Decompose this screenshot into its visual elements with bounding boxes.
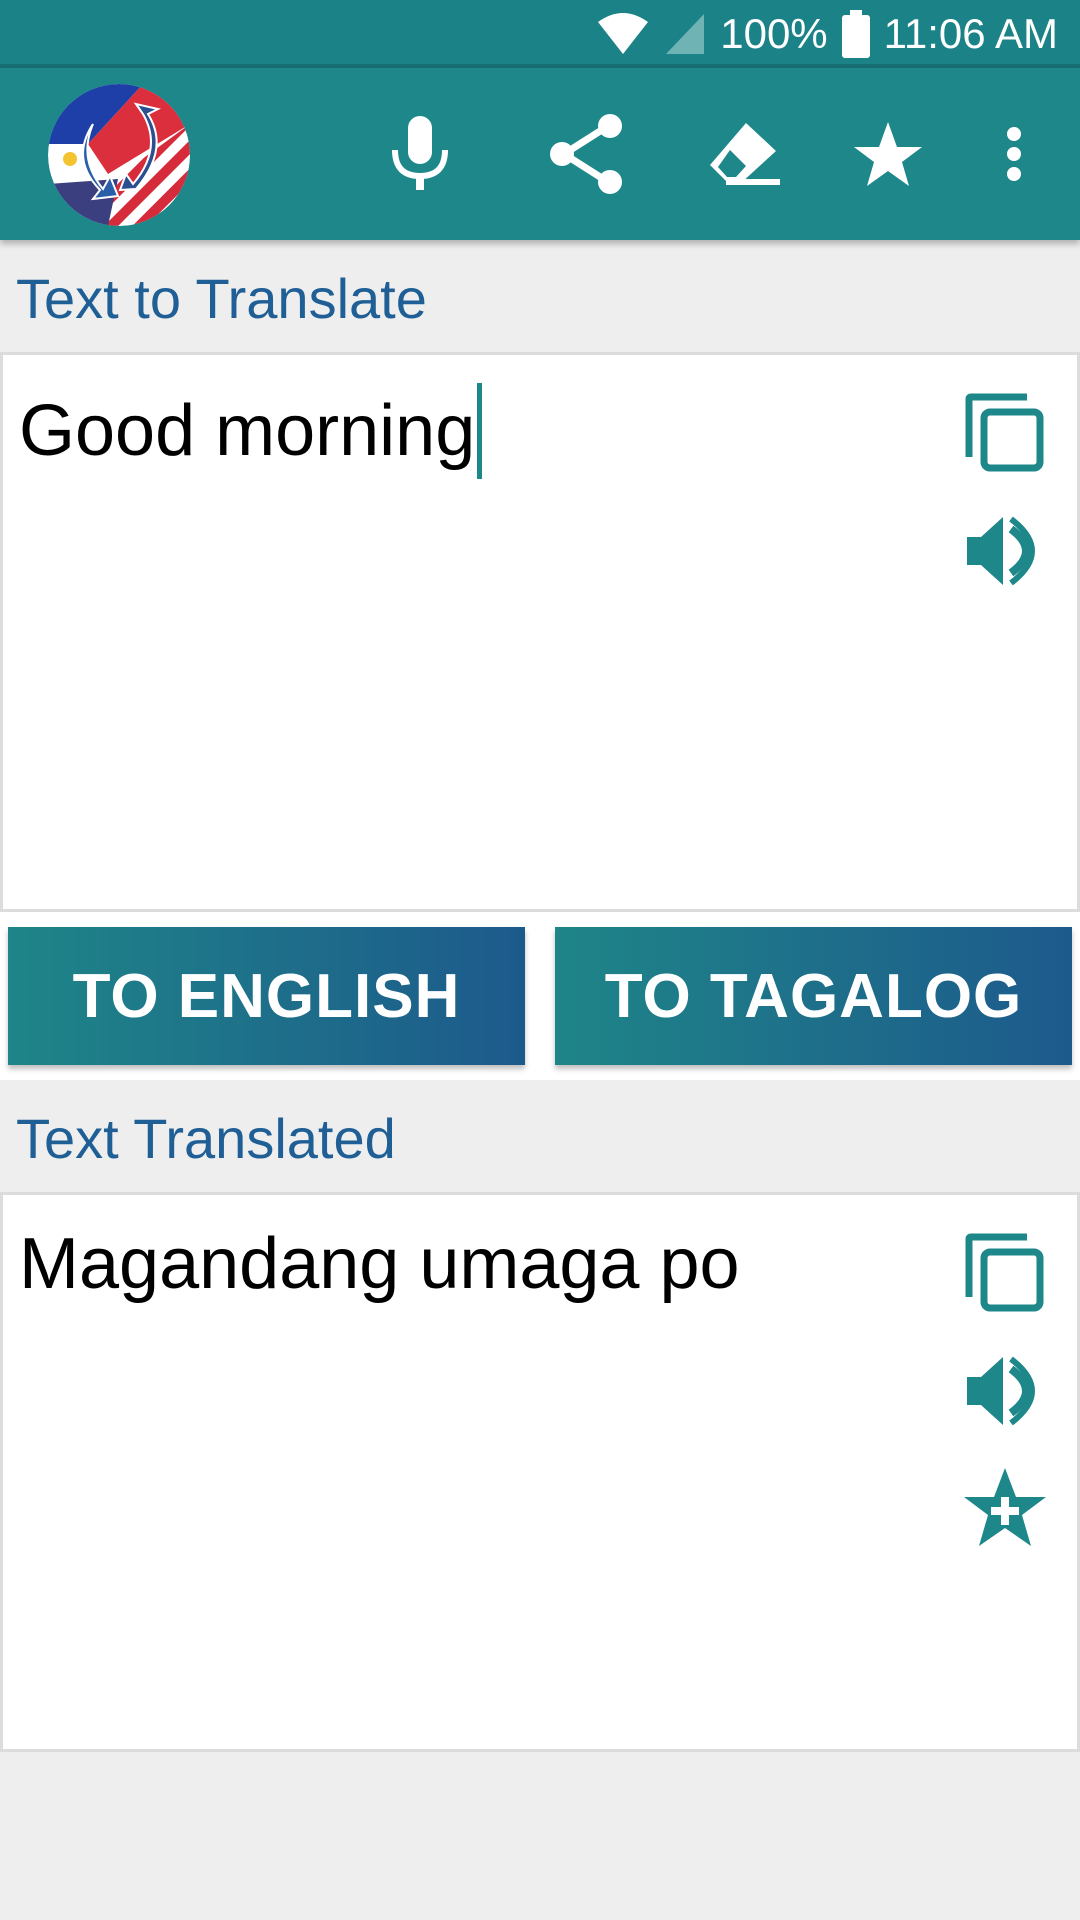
more-options-button[interactable] — [966, 106, 1062, 202]
source-text-input[interactable]: Good morning — [0, 352, 1080, 912]
source-text: Good morning — [19, 391, 476, 471]
star-add-icon — [964, 1468, 1046, 1546]
app-logo — [48, 84, 190, 226]
source-speak-button[interactable] — [963, 509, 1047, 593]
translated-text: Magandang umaga po — [19, 1224, 740, 1304]
source-text-value[interactable]: Good morning — [19, 383, 483, 479]
text-cursor — [477, 383, 483, 479]
battery-icon — [841, 10, 870, 58]
app-bar — [0, 68, 1080, 240]
status-icons: 100% 11:06 AM — [596, 0, 1058, 68]
clock: 11:06 AM — [883, 10, 1058, 57]
source-copy-button[interactable] — [963, 391, 1047, 475]
target-speak-button[interactable] — [963, 1349, 1047, 1433]
wifi-icon — [596, 12, 650, 56]
translated-text-box[interactable]: Magandang umaga po — [0, 1192, 1080, 1752]
speaker-icon — [967, 1356, 1035, 1426]
clear-button[interactable] — [696, 106, 792, 202]
copy-icon — [965, 1233, 1044, 1312]
favorites-button[interactable] — [840, 106, 936, 202]
to-english-button[interactable]: TO ENGLISH — [8, 927, 525, 1065]
star-icon — [854, 122, 922, 186]
translate-buttons: TO ENGLISH TO TAGALOG — [0, 912, 1080, 1080]
eraser-icon — [710, 123, 780, 185]
battery-percent: 100% — [720, 10, 828, 57]
share-icon — [550, 114, 622, 194]
target-label: Text Translated — [16, 1107, 396, 1170]
add-favorite-button[interactable] — [963, 1465, 1047, 1549]
more-vert-icon — [1007, 127, 1021, 181]
source-label: Text to Translate — [16, 267, 427, 330]
microphone-button[interactable] — [372, 106, 468, 202]
status-bar: 100% 11:06 AM — [0, 0, 1080, 68]
speaker-icon — [967, 516, 1035, 586]
share-button[interactable] — [540, 106, 636, 202]
target-copy-button[interactable] — [963, 1231, 1047, 1315]
to-tagalog-button[interactable]: TO TAGALOG — [555, 927, 1072, 1065]
flag-swap-logo-icon — [48, 84, 190, 226]
cell-signal-icon — [664, 12, 706, 56]
mic-icon — [392, 116, 448, 190]
copy-icon — [965, 393, 1044, 472]
